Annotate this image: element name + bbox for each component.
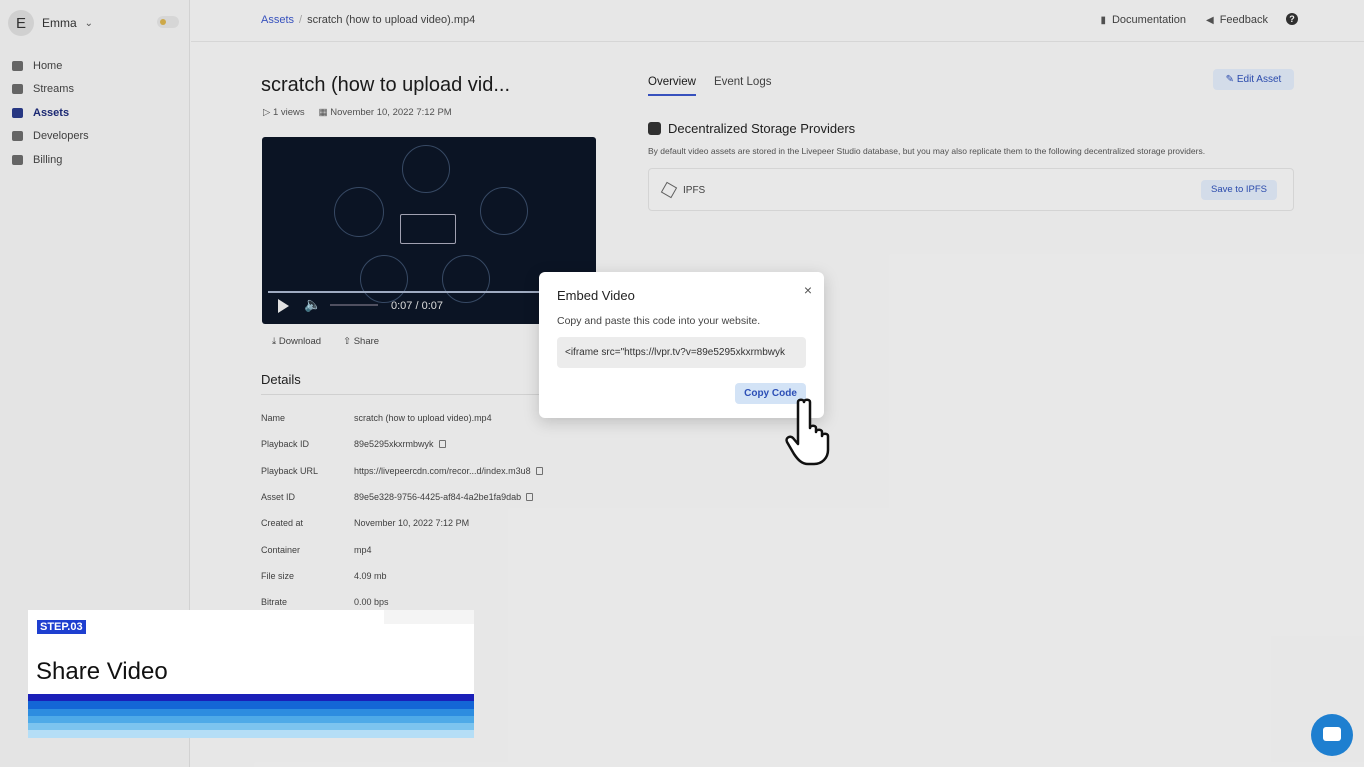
step-card: STEP.03 Share Video	[28, 610, 474, 738]
embed-video-modal: Embed Video × Copy and paste this code i…	[539, 272, 824, 418]
modal-title: Embed Video	[557, 288, 635, 303]
stripe	[28, 730, 474, 738]
step-tag: STEP.03	[37, 620, 86, 634]
stripe	[28, 723, 474, 731]
stripe	[28, 701, 474, 709]
hand-pointer-icon	[785, 398, 830, 466]
stripe	[28, 715, 474, 724]
stripe	[28, 694, 474, 702]
chat-support-button[interactable]	[1311, 714, 1353, 756]
stripe	[28, 708, 474, 716]
step-title: Share Video	[36, 658, 168, 685]
modal-description: Copy and paste this code into your websi…	[557, 315, 761, 327]
embed-code-field[interactable]: <iframe src="https://lvpr.tv?v=89e5295xk…	[557, 337, 806, 368]
stripe-decoration	[28, 694, 474, 738]
close-icon[interactable]: ×	[804, 282, 812, 298]
